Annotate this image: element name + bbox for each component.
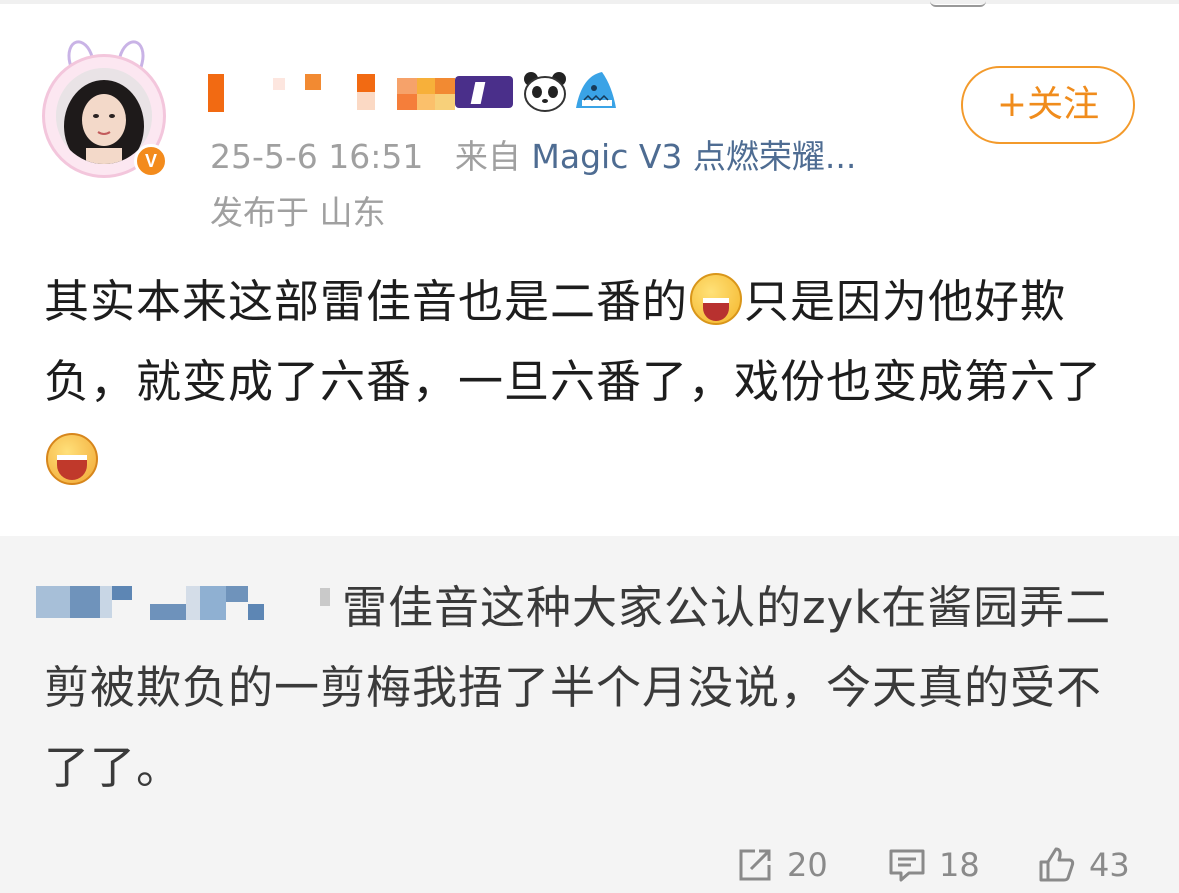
post-text-part1: 其实本来这部雷佳音也是二番的 [44,275,689,328]
post-meta: 25-5-6 16:51 来自 Magic V3 点燃荣耀... [210,130,856,178]
repost-text: 雷佳音这种大家公认的zyk在酱园弄二剪被欺负的一剪梅我捂了半个月没说，今天真的受… [44,581,1112,794]
repost-count: 20 [787,846,828,884]
laughing-face-emoji [46,433,98,485]
repost-arrow-icon [739,849,771,881]
verified-v-badge-icon: V [134,144,168,178]
like-count: 43 [1089,846,1130,884]
comment-count: 18 [939,846,980,884]
source-prefix: 来自 [454,137,521,176]
grinning-face-emoji [690,273,743,325]
post-location: 发布于 山东 [210,193,386,232]
panda-emoji-icon [522,70,568,112]
top-edge [0,0,1179,4]
repost-area[interactable]: 雷佳音这种大家公认的zyk在酱园弄二剪被欺负的一剪梅我捂了半个月没说，今天真的受… [0,536,1179,893]
top-edge-mark [930,0,986,7]
thumbs-up-icon [1039,847,1075,882]
avatar[interactable]: V [38,37,174,178]
repost-button[interactable]: 20 [735,838,828,892]
username-redacted[interactable] [205,74,513,112]
like-button[interactable]: 43 [1037,838,1130,892]
follow-button[interactable]: +关注 [961,66,1135,144]
shark-emoji-icon [572,70,618,112]
comment-bubble-icon [889,849,925,882]
post-text: 其实本来这部雷佳音也是二番的 只是因为他好欺负，就变成了六番，一旦六番了，戏份也变… [44,262,1144,502]
post-timestamp: 25-5-6 16:51 [210,137,424,176]
follow-label: +关注 [996,84,1100,125]
comment-button[interactable]: 18 [887,838,980,892]
source-device-link[interactable]: Magic V3 点燃荣耀... [531,137,856,176]
